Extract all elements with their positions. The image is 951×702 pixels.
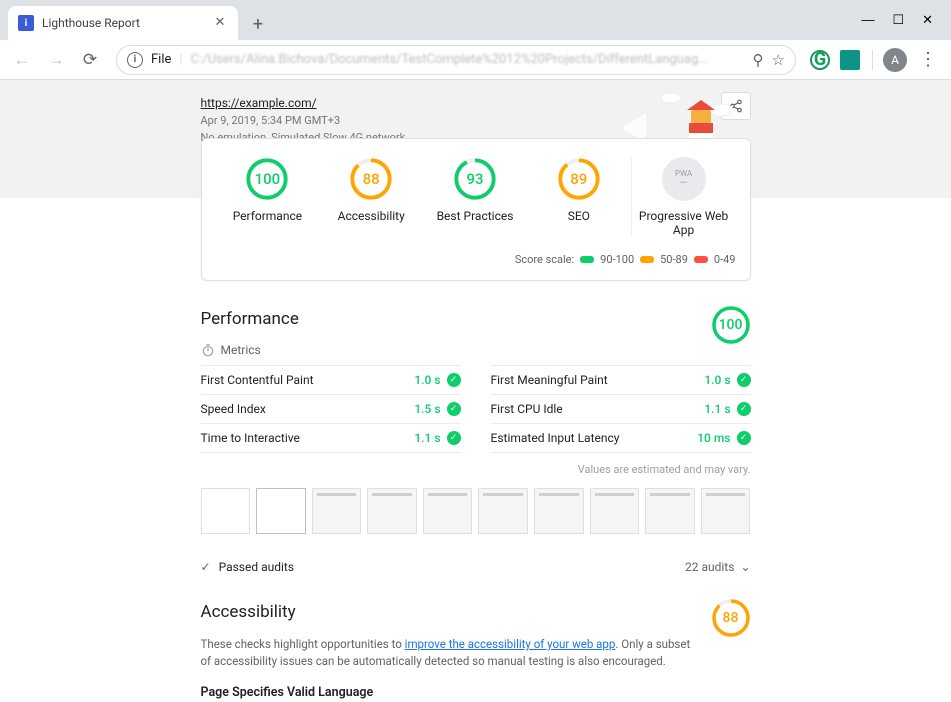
metrics-note: Values are estimated and may vary. (201, 463, 751, 476)
url-scheme: File (151, 52, 171, 67)
metric-row: Speed Index 1.5 s ✓ (201, 394, 461, 423)
metric-name: Estimated Input Latency (491, 431, 620, 445)
check-icon: ✓ (447, 373, 461, 387)
score-scale-legend: Score scale: 90-100 50-89 0-49 (216, 253, 736, 266)
audit-group-title: Page Specifies Valid Language (201, 685, 751, 700)
performance-section-gauge: 100 (711, 305, 751, 353)
filmstrip-frame[interactable] (367, 488, 417, 534)
metric-row: First Meaningful Paint 1.0 s ✓ (491, 365, 751, 394)
metric-name: First Meaningful Paint (491, 373, 608, 387)
performance-title: Performance (201, 309, 751, 329)
search-icon[interactable]: ⚲ (753, 51, 764, 69)
bookmark-icon[interactable]: ☆ (772, 51, 785, 69)
metric-value: 1.1 s (704, 402, 730, 416)
metric-value: 1.0 s (704, 373, 730, 387)
browser-titlebar: i Lighthouse Report ✕ + — ☐ ✕ (0, 0, 951, 40)
score-pwa[interactable]: PWA— Progressive Web App (631, 157, 736, 237)
metric-row: First Contentful Paint 1.0 s ✓ (201, 365, 461, 394)
filmstrip-frame[interactable] (312, 488, 362, 534)
extension-icon[interactable] (838, 48, 862, 72)
filmstrip-frame[interactable] (590, 488, 640, 534)
browser-tab[interactable]: i Lighthouse Report ✕ (8, 6, 238, 40)
score-accessibility[interactable]: 88 Accessibility (319, 157, 423, 223)
metric-row: Time to Interactive 1.1 s ✓ (201, 423, 461, 453)
filmstrip (201, 488, 751, 534)
metric-name: First Contentful Paint (201, 373, 314, 387)
stopwatch-icon (201, 343, 215, 357)
close-tab-icon[interactable]: ✕ (212, 15, 228, 31)
filmstrip-frame[interactable] (701, 488, 751, 534)
metrics-header: Metrics (201, 343, 751, 357)
check-icon: ✓ (737, 402, 751, 416)
minimize-button[interactable]: — (861, 12, 874, 28)
score-seo[interactable]: 89 SEO (527, 157, 631, 223)
profile-avatar[interactable]: A (883, 48, 907, 72)
metric-name: Time to Interactive (201, 431, 300, 445)
lighthouse-favicon: i (18, 15, 34, 31)
browser-menu-button[interactable]: ⋮ (913, 49, 943, 70)
metric-name: First CPU Idle (491, 402, 563, 416)
filmstrip-frame[interactable] (423, 488, 473, 534)
performance-section: 100 Performance Metrics First Contentful… (201, 309, 751, 574)
score-performance[interactable]: 100 Performance (216, 157, 320, 223)
metric-row: Estimated Input Latency 10 ms ✓ (491, 423, 751, 453)
metric-value: 1.0 s (414, 373, 440, 387)
accessibility-description: These checks highlight opportunities to … (201, 636, 751, 671)
metric-name: Speed Index (201, 402, 266, 416)
check-icon: ✓ (201, 560, 211, 574)
new-tab-button[interactable]: + (244, 10, 272, 38)
check-icon: ✓ (737, 431, 751, 445)
metric-value: 1.5 s (414, 402, 440, 416)
chevron-down-icon: ⌄ (740, 560, 750, 574)
maximize-button[interactable]: ☐ (892, 12, 904, 28)
score-best-practices[interactable]: 93 Best Practices (423, 157, 527, 223)
close-window-button[interactable]: ✕ (922, 12, 933, 28)
tab-title: Lighthouse Report (42, 16, 204, 30)
browser-toolbar: ← → ⟳ i File | C:/Users/Alina.Bichova/Do… (0, 40, 951, 80)
metric-row: First CPU Idle 1.1 s ✓ (491, 394, 751, 423)
page-viewport[interactable]: https://example.com/ Apr 9, 2019, 5:34 P… (0, 80, 951, 702)
window-controls: — ☐ ✕ (843, 0, 951, 40)
report-url[interactable]: https://example.com/ (201, 96, 317, 110)
filmstrip-frame[interactable] (645, 488, 695, 534)
check-icon: ✓ (447, 402, 461, 416)
reload-button[interactable]: ⟳ (76, 46, 104, 74)
filmstrip-frame[interactable] (534, 488, 584, 534)
address-bar[interactable]: i File | C:/Users/Alina.Bichova/Document… (116, 45, 796, 75)
accessibility-learn-link[interactable]: improve the accessibility of your web ap… (405, 637, 616, 651)
url-path: C:/Users/Alina.Bichova/Documents/TestCom… (191, 52, 745, 67)
accessibility-section: 88 Accessibility These checks highlight … (201, 602, 751, 702)
filmstrip-frame[interactable] (256, 488, 306, 534)
back-button[interactable]: ← (8, 46, 36, 74)
passed-audits-row[interactable]: ✓Passed audits 22 audits⌄ (201, 560, 751, 574)
forward-button[interactable]: → (42, 46, 70, 74)
accessibility-title: Accessibility (201, 602, 751, 622)
metric-value: 1.1 s (414, 431, 440, 445)
metric-value: 10 ms (697, 431, 730, 445)
pwa-badge-icon: PWA— (662, 157, 706, 201)
toolbar-separator (872, 50, 873, 70)
accessibility-section-gauge: 88 (711, 598, 751, 646)
grammarly-extension-icon[interactable]: G (808, 48, 832, 72)
filmstrip-frame[interactable] (201, 488, 251, 534)
page-info-icon[interactable]: i (127, 52, 143, 68)
check-icon: ✓ (737, 373, 751, 387)
filmstrip-frame[interactable] (478, 488, 528, 534)
check-icon: ✓ (447, 431, 461, 445)
scores-card: 100 Performance 88 Accessibility 93 Best… (201, 138, 751, 281)
